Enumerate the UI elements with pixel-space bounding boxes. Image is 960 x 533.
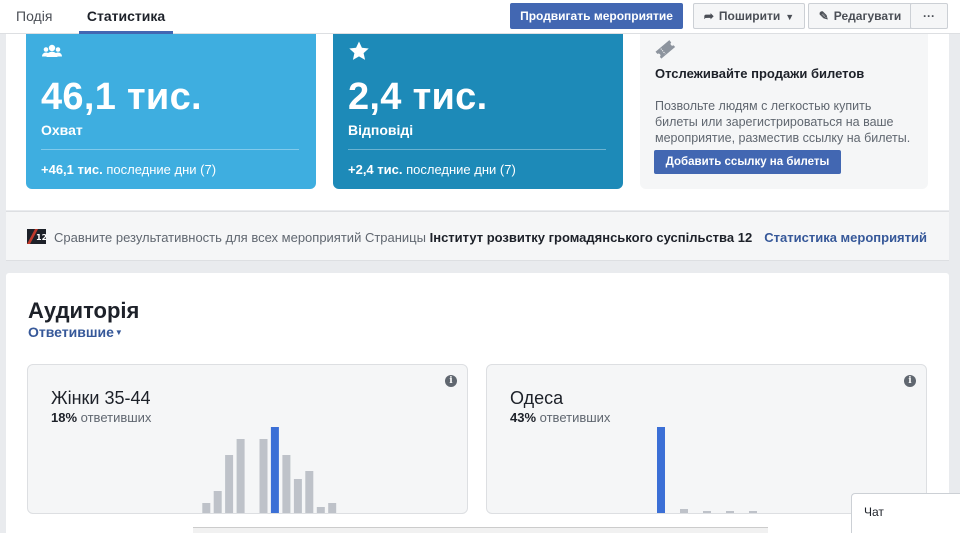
people-icon — [42, 44, 62, 57]
tab-stats[interactable]: Статистика — [79, 0, 173, 34]
chart-bar — [328, 503, 337, 513]
chart-bar — [305, 471, 314, 513]
edit-button-label: Редагувати — [833, 9, 902, 23]
share-button-label: Поширити — [718, 9, 781, 23]
responses-period: последние дни (7) — [406, 162, 516, 177]
edit-button[interactable]: ✎ Редагувати — [808, 3, 912, 29]
responses-label: Відповіді — [348, 122, 414, 138]
event-stats-link[interactable]: Статистика мероприятий — [764, 230, 927, 245]
more-options-button[interactable]: ··· — [910, 3, 948, 29]
compare-text: Сравните результативность для всех мероп… — [54, 230, 752, 245]
chart-bar — [213, 491, 222, 513]
chart-bar — [168, 513, 176, 514]
chart-bar — [202, 503, 211, 513]
gender-age-chart — [168, 427, 337, 514]
compare-events-bar: 12 Сравните результативность для всех ме… — [6, 211, 949, 261]
responses-footer: +2,4 тис. последние дни (7) — [348, 162, 516, 177]
audience-panel: Аудиторія Ответившие▼ Жінки 35-44 18% от… — [6, 273, 949, 533]
reach-card: 46,1 тис. Охват +46,1 тис. последние дни… — [26, 34, 316, 189]
chart-bar — [703, 511, 711, 513]
chart-bar — [225, 455, 234, 513]
reach-period: последние дни (7) — [106, 162, 217, 177]
chart-bar — [236, 439, 245, 513]
chart-bar — [270, 427, 279, 513]
audience-filter-dropdown[interactable]: Ответившие▼ — [28, 324, 123, 340]
bottom-scroll-bar — [193, 527, 768, 533]
pencil-icon: ✎ — [818, 9, 829, 23]
caret-down-icon: ▼ — [114, 328, 123, 337]
responses-delta: +2,4 тис. — [348, 162, 403, 177]
compare-page-name: Інститут розвитку громадянського суспіль… — [429, 230, 753, 245]
chart-bar — [657, 427, 665, 513]
chart-bar — [680, 509, 688, 513]
add-ticket-link-button[interactable]: Добавить ссылку на билеты — [654, 150, 841, 174]
divider — [348, 149, 606, 150]
chart-bar — [749, 511, 757, 513]
reach-footer: +46,1 тис. последние дни (7) — [41, 162, 216, 177]
chart-bar — [293, 479, 302, 513]
city-card: Одеса 43% ответивших i — [486, 364, 927, 514]
chart-bar — [316, 507, 325, 513]
tickets-description: Позвольте людям с легкостью купить билет… — [655, 99, 911, 145]
ticket-icon — [655, 40, 676, 59]
audience-filter-label: Ответившие — [28, 324, 114, 340]
responses-value: 2,4 тис. — [348, 76, 488, 118]
tab-event[interactable]: Подія — [16, 0, 52, 34]
reach-delta: +46,1 тис. — [41, 162, 103, 177]
divider — [41, 149, 299, 150]
top-nav: Подія Статистика Продвигать мероприятие … — [0, 0, 960, 34]
page-logo-icon: 12 — [27, 229, 46, 244]
tickets-title: Отслеживайте продажи билетов — [655, 66, 865, 81]
star-icon — [349, 41, 369, 60]
audience-title: Аудиторія — [28, 298, 140, 323]
promote-event-button[interactable]: Продвигать мероприятие — [510, 3, 683, 29]
share-button[interactable]: ➦ Поширити ▼ — [693, 3, 805, 29]
chart-bar — [726, 511, 734, 513]
chat-tab[interactable]: Чат — [851, 493, 960, 533]
chevron-down-icon: ▼ — [785, 12, 795, 22]
city-chart — [657, 427, 757, 513]
responses-card: 2,4 тис. Відповіді +2,4 тис. последние д… — [333, 34, 623, 189]
compare-description: Сравните результативность для всех мероп… — [54, 230, 426, 245]
chart-bar — [179, 513, 187, 514]
gender-age-card: Жінки 35-44 18% ответивших i — [27, 364, 468, 514]
chart-bar — [282, 455, 291, 513]
ticket-sales-card: Отслеживайте продажи билетов Позвольте л… — [640, 34, 928, 189]
chart-bar — [259, 439, 268, 513]
reach-value: 46,1 тис. — [41, 76, 202, 118]
chat-label: Чат — [864, 505, 884, 519]
reach-label: Охват — [41, 122, 83, 138]
svg-text:12: 12 — [36, 233, 46, 242]
share-arrow-icon: ➦ — [703, 9, 714, 23]
